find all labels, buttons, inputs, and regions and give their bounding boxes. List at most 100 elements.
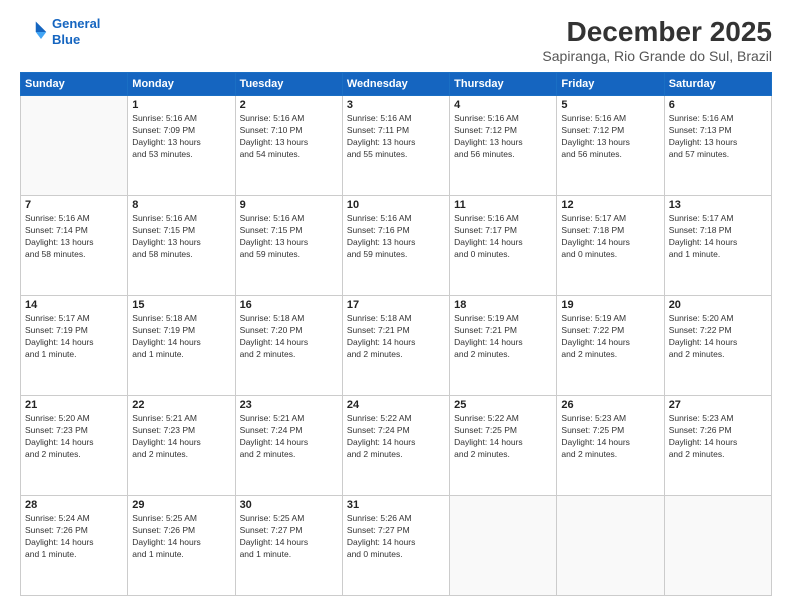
- day-number: 5: [561, 99, 659, 111]
- day-info: Sunrise: 5:26 AMSunset: 7:27 PMDaylight:…: [347, 513, 445, 561]
- day-info: Sunrise: 5:24 AMSunset: 7:26 PMDaylight:…: [25, 513, 123, 561]
- day-info: Sunrise: 5:17 AMSunset: 7:19 PMDaylight:…: [25, 313, 123, 361]
- day-info: Sunrise: 5:18 AMSunset: 7:19 PMDaylight:…: [132, 313, 230, 361]
- calendar-cell: 27 Sunrise: 5:23 AMSunset: 7:26 PMDayligh…: [664, 396, 771, 496]
- day-info: Sunrise: 5:16 AMSunset: 7:16 PMDaylight:…: [347, 213, 445, 261]
- logo-text: General Blue: [52, 16, 100, 47]
- day-info: Sunrise: 5:19 AMSunset: 7:22 PMDaylight:…: [561, 313, 659, 361]
- day-number: 6: [669, 99, 767, 111]
- calendar-cell: 17 Sunrise: 5:18 AMSunset: 7:21 PMDayligh…: [342, 296, 449, 396]
- day-number: 15: [132, 299, 230, 311]
- calendar-cell: 6 Sunrise: 5:16 AMSunset: 7:13 PMDaylight…: [664, 96, 771, 196]
- calendar-table: Sunday Monday Tuesday Wednesday Thursday…: [20, 72, 772, 596]
- calendar-cell: 12Sunrise: 5:17 AMSunset: 7:18 PMDayligh…: [557, 196, 664, 296]
- day-info: Sunrise: 5:18 AMSunset: 7:20 PMDaylight:…: [240, 313, 338, 361]
- day-info: Sunrise: 5:16 AMSunset: 7:14 PMDaylight:…: [25, 213, 123, 261]
- col-saturday: Saturday: [664, 73, 771, 96]
- day-number: 10: [347, 199, 445, 211]
- calendar-week-2: 7 Sunrise: 5:16 AMSunset: 7:14 PMDaylight…: [21, 196, 772, 296]
- day-info: Sunrise: 5:16 AMSunset: 7:15 PMDaylight:…: [240, 213, 338, 261]
- day-number: 25: [454, 399, 552, 411]
- calendar-cell: [21, 96, 128, 196]
- day-number: 21: [25, 399, 123, 411]
- day-number: 12: [561, 199, 659, 211]
- calendar-cell: [664, 496, 771, 596]
- logo-icon: [20, 18, 48, 46]
- calendar-cell: 1 Sunrise: 5:16 AMSunset: 7:09 PMDaylight…: [128, 96, 235, 196]
- col-thursday: Thursday: [450, 73, 557, 96]
- day-number: 3: [347, 99, 445, 111]
- subtitle: Sapiranga, Rio Grande do Sul, Brazil: [542, 48, 772, 64]
- day-info: Sunrise: 5:16 AMSunset: 7:09 PMDaylight:…: [132, 113, 230, 161]
- day-number: 9: [240, 199, 338, 211]
- calendar-cell: 14 Sunrise: 5:17 AMSunset: 7:19 PMDayligh…: [21, 296, 128, 396]
- day-number: 31: [347, 499, 445, 511]
- col-tuesday: Tuesday: [235, 73, 342, 96]
- calendar-cell: 4 Sunrise: 5:16 AMSunset: 7:12 PMDaylight…: [450, 96, 557, 196]
- day-number: 23: [240, 399, 338, 411]
- col-sunday: Sunday: [21, 73, 128, 96]
- logo: General Blue: [20, 16, 100, 47]
- calendar-cell: 5Sunrise: 5:16 AMSunset: 7:12 PMDaylight…: [557, 96, 664, 196]
- day-info: Sunrise: 5:18 AMSunset: 7:21 PMDaylight:…: [347, 313, 445, 361]
- day-info: Sunrise: 5:21 AMSunset: 7:24 PMDaylight:…: [240, 413, 338, 461]
- day-info: Sunrise: 5:16 AMSunset: 7:13 PMDaylight:…: [669, 113, 767, 161]
- calendar-cell: 16Sunrise: 5:18 AMSunset: 7:20 PMDayligh…: [235, 296, 342, 396]
- calendar-cell: 22 Sunrise: 5:21 AMSunset: 7:23 PMDayligh…: [128, 396, 235, 496]
- day-info: Sunrise: 5:23 AMSunset: 7:25 PMDaylight:…: [561, 413, 659, 461]
- calendar-header-row: Sunday Monday Tuesday Wednesday Thursday…: [21, 73, 772, 96]
- calendar-cell: 24 Sunrise: 5:22 AMSunset: 7:24 PMDayligh…: [342, 396, 449, 496]
- day-number: 13: [669, 199, 767, 211]
- calendar-cell: 26 Sunrise: 5:23 AMSunset: 7:25 PMDayligh…: [557, 396, 664, 496]
- calendar-cell: 2 Sunrise: 5:16 AMSunset: 7:10 PMDaylight…: [235, 96, 342, 196]
- calendar-cell: 7 Sunrise: 5:16 AMSunset: 7:14 PMDaylight…: [21, 196, 128, 296]
- day-info: Sunrise: 5:23 AMSunset: 7:26 PMDaylight:…: [669, 413, 767, 461]
- calendar-cell: 29Sunrise: 5:25 AMSunset: 7:26 PMDayligh…: [128, 496, 235, 596]
- calendar-cell: 20 Sunrise: 5:20 AMSunset: 7:22 PMDayligh…: [664, 296, 771, 396]
- day-info: Sunrise: 5:25 AMSunset: 7:27 PMDaylight:…: [240, 513, 338, 561]
- day-number: 20: [669, 299, 767, 311]
- day-number: 17: [347, 299, 445, 311]
- day-number: 22: [132, 399, 230, 411]
- title-block: December 2025 Sapiranga, Rio Grande do S…: [542, 16, 772, 64]
- day-number: 28: [25, 499, 123, 511]
- calendar-week-1: 1 Sunrise: 5:16 AMSunset: 7:09 PMDaylight…: [21, 96, 772, 196]
- calendar-cell: 21 Sunrise: 5:20 AMSunset: 7:23 PMDayligh…: [21, 396, 128, 496]
- calendar-week-3: 14 Sunrise: 5:17 AMSunset: 7:19 PMDayligh…: [21, 296, 772, 396]
- calendar-cell: 19 Sunrise: 5:19 AMSunset: 7:22 PMDayligh…: [557, 296, 664, 396]
- day-info: Sunrise: 5:22 AMSunset: 7:24 PMDaylight:…: [347, 413, 445, 461]
- day-info: Sunrise: 5:16 AMSunset: 7:11 PMDaylight:…: [347, 113, 445, 161]
- day-info: Sunrise: 5:21 AMSunset: 7:23 PMDaylight:…: [132, 413, 230, 461]
- calendar-cell: 11Sunrise: 5:16 AMSunset: 7:17 PMDayligh…: [450, 196, 557, 296]
- day-number: 4: [454, 99, 552, 111]
- calendar-week-5: 28 Sunrise: 5:24 AMSunset: 7:26 PMDayligh…: [21, 496, 772, 596]
- day-number: 26: [561, 399, 659, 411]
- day-number: 2: [240, 99, 338, 111]
- day-info: Sunrise: 5:16 AMSunset: 7:10 PMDaylight:…: [240, 113, 338, 161]
- page: General Blue December 2025 Sapiranga, Ri…: [0, 0, 792, 612]
- calendar-cell: 23 Sunrise: 5:21 AMSunset: 7:24 PMDayligh…: [235, 396, 342, 496]
- day-info: Sunrise: 5:20 AMSunset: 7:23 PMDaylight:…: [25, 413, 123, 461]
- col-friday: Friday: [557, 73, 664, 96]
- day-number: 24: [347, 399, 445, 411]
- day-number: 19: [561, 299, 659, 311]
- calendar-cell: 30 Sunrise: 5:25 AMSunset: 7:27 PMDayligh…: [235, 496, 342, 596]
- day-info: Sunrise: 5:20 AMSunset: 7:22 PMDaylight:…: [669, 313, 767, 361]
- day-info: Sunrise: 5:22 AMSunset: 7:25 PMDaylight:…: [454, 413, 552, 461]
- day-info: Sunrise: 5:16 AMSunset: 7:15 PMDaylight:…: [132, 213, 230, 261]
- day-number: 7: [25, 199, 123, 211]
- day-info: Sunrise: 5:25 AMSunset: 7:26 PMDaylight:…: [132, 513, 230, 561]
- day-number: 1: [132, 99, 230, 111]
- day-number: 27: [669, 399, 767, 411]
- calendar-cell: 15 Sunrise: 5:18 AMSunset: 7:19 PMDayligh…: [128, 296, 235, 396]
- calendar-cell: 31 Sunrise: 5:26 AMSunset: 7:27 PMDayligh…: [342, 496, 449, 596]
- day-number: 8: [132, 199, 230, 211]
- day-number: 30: [240, 499, 338, 511]
- day-info: Sunrise: 5:17 AMSunset: 7:18 PMDaylight:…: [669, 213, 767, 261]
- day-info: Sunrise: 5:16 AMSunset: 7:12 PMDaylight:…: [454, 113, 552, 161]
- day-number: 14: [25, 299, 123, 311]
- calendar-cell: 9 Sunrise: 5:16 AMSunset: 7:15 PMDaylight…: [235, 196, 342, 296]
- calendar-cell: 3 Sunrise: 5:16 AMSunset: 7:11 PMDaylight…: [342, 96, 449, 196]
- day-info: Sunrise: 5:19 AMSunset: 7:21 PMDaylight:…: [454, 313, 552, 361]
- day-number: 11: [454, 199, 552, 211]
